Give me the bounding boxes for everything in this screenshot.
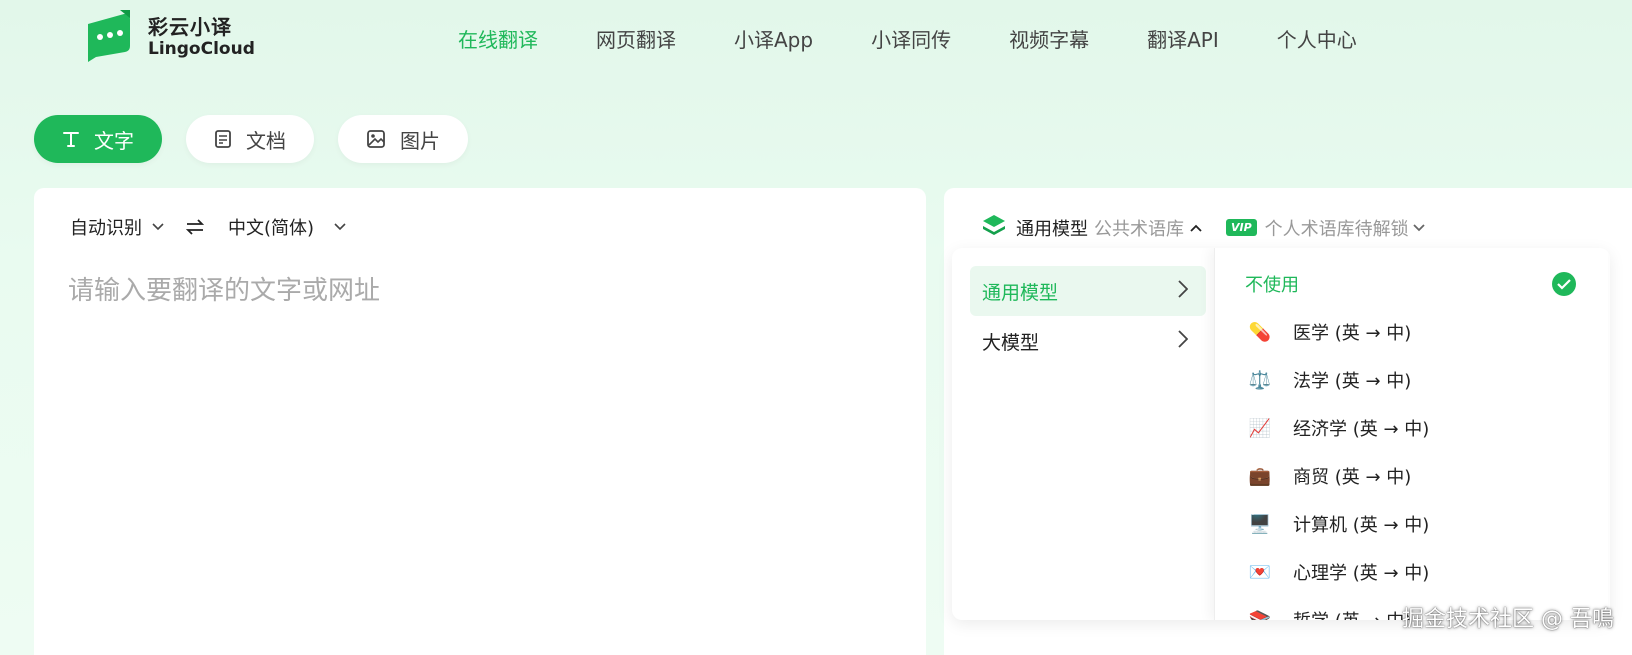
personal-term-label: 个人术语库待解锁	[1264, 218, 1409, 240]
check-icon	[1552, 272, 1576, 296]
category-label: 通用模型	[982, 281, 1059, 304]
pill-icon: 💊	[1248, 321, 1272, 343]
tab-document[interactable]: 文档	[186, 115, 314, 163]
source-language-label: 自动识别	[70, 218, 142, 239]
tab-image-label: 图片	[400, 128, 440, 153]
nav-online-translate[interactable]: 在线翻译	[458, 24, 538, 53]
chevron-up-icon	[1190, 224, 1202, 232]
source-text-input[interactable]	[68, 270, 888, 630]
domain-label: 商贸 (英 → 中)	[1293, 467, 1412, 488]
brand-name-cn: 彩云小译	[148, 14, 232, 39]
domain-label: 计算机 (英 → 中)	[1293, 515, 1430, 536]
tab-image[interactable]: 图片	[338, 115, 468, 163]
category-large-model[interactable]: 大模型	[970, 316, 1206, 366]
text-icon	[62, 130, 80, 148]
domain-label: 医学 (英 → 中)	[1293, 323, 1412, 344]
model-label: 通用模型	[1016, 218, 1088, 240]
chevron-down-icon	[1413, 223, 1425, 232]
target-language-select[interactable]: 中文(简体)	[228, 214, 346, 240]
category-general-model[interactable]: 通用模型	[970, 266, 1206, 316]
target-language-label: 中文(简体)	[228, 218, 315, 239]
scales-icon: ⚖️	[1248, 369, 1272, 391]
domain-label: 经济学 (英 → 中)	[1293, 419, 1430, 440]
nav-video-subtitles[interactable]: 视频字幕	[1009, 24, 1089, 53]
domain-computer[interactable]: 🖥️ 计算机 (英 → 中)	[1215, 500, 1608, 548]
domain-psychology[interactable]: 💌 心理学 (英 → 中)	[1215, 548, 1608, 596]
chevron-down-icon	[334, 223, 346, 231]
document-icon	[214, 129, 232, 149]
nav-simultaneous[interactable]: 小译同传	[871, 24, 951, 53]
logo[interactable]: 彩云小译 LingoCloud	[84, 10, 255, 64]
nav-app[interactable]: 小译App	[734, 24, 813, 53]
nav-api[interactable]: 翻译API	[1147, 24, 1219, 53]
domain-label: 心理学 (英 → 中)	[1293, 563, 1430, 584]
chart-icon: 📈	[1248, 417, 1272, 439]
logo-icon	[84, 10, 132, 64]
nav-web-translate[interactable]: 网页翻译	[596, 24, 676, 53]
tab-document-label: 文档	[246, 128, 286, 153]
brand-name-en: LingoCloud	[148, 38, 255, 59]
nav-personal-center[interactable]: 个人中心	[1277, 24, 1357, 53]
category-label: 大模型	[982, 331, 1040, 354]
chevron-right-icon	[1178, 279, 1189, 303]
model-category-list: 通用模型 大模型	[952, 248, 1214, 620]
tab-text[interactable]: 文字	[34, 115, 162, 163]
term-library-label: 公共术语库	[1094, 218, 1184, 240]
domain-list: 不使用 💊 医学 (英 → 中) ⚖️ 法学 (英 → 中) 📈 经济学 (英 …	[1214, 248, 1608, 620]
domain-law[interactable]: ⚖️ 法学 (英 → 中)	[1215, 356, 1608, 404]
monitor-icon: 🖥️	[1248, 513, 1272, 535]
domain-business[interactable]: 💼 商贸 (英 → 中)	[1215, 452, 1608, 500]
language-bar: 自动识别 中文(简体)	[70, 214, 346, 240]
heart-letter-icon: 💌	[1248, 561, 1272, 583]
domain-label: 法学 (英 → 中)	[1293, 371, 1412, 392]
model-select[interactable]: 通用模型 公共术语库	[982, 214, 1202, 241]
books-icon: 📚	[1248, 609, 1272, 621]
layers-icon	[982, 214, 1006, 241]
source-language-select[interactable]: 自动识别	[70, 214, 164, 240]
personal-term-select[interactable]: VIP 个人术语库待解锁	[1226, 215, 1425, 241]
chevron-down-icon	[152, 223, 164, 231]
chevron-right-icon	[1178, 329, 1189, 353]
mode-tabs: 文字 文档 图片	[34, 115, 492, 163]
model-bar: 通用模型 公共术语库 VIP 个人术语库待解锁	[982, 214, 1425, 241]
domain-label: 不使用	[1245, 275, 1299, 296]
domain-none[interactable]: 不使用	[1215, 260, 1608, 308]
domain-economics[interactable]: 📈 经济学 (英 → 中)	[1215, 404, 1608, 452]
watermark: 掘金技术社区 @ 吾鳴	[1402, 607, 1614, 632]
image-icon	[366, 129, 386, 149]
source-panel: 自动识别 中文(简体)	[34, 188, 926, 655]
top-nav: 在线翻译 网页翻译 小译App 小译同传 视频字幕 翻译API 个人中心	[458, 24, 1415, 53]
briefcase-icon: 💼	[1248, 465, 1272, 487]
vip-badge: VIP	[1226, 219, 1257, 236]
model-dropdown: 通用模型 大模型 不使用 💊 医学 (英 → 中) ⚖️ 法学 (英 → 中)	[952, 248, 1610, 620]
tab-text-label: 文字	[94, 128, 134, 153]
swap-languages-icon[interactable]	[186, 219, 204, 235]
domain-label: 哲学 (英 → 中)	[1293, 607, 1411, 620]
domain-medicine[interactable]: 💊 医学 (英 → 中)	[1215, 308, 1608, 356]
